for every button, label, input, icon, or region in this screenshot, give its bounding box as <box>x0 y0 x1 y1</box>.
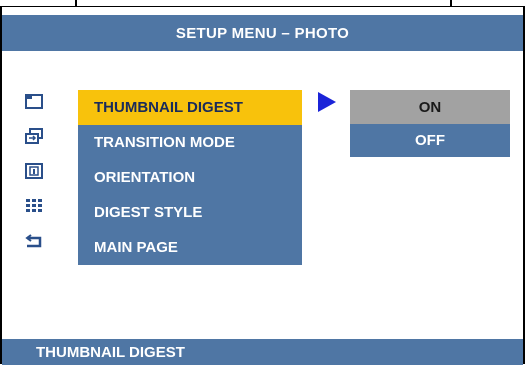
menu-item-label: ORIENTATION <box>94 169 196 186</box>
menu-item-main-page[interactable]: MAIN PAGE <box>78 230 302 265</box>
menu-item-label: THUMBNAIL DIGEST <box>94 99 243 116</box>
orientation-icon <box>25 163 43 179</box>
menu-item-thumbnail-digest[interactable]: THUMBNAIL DIGEST <box>78 90 302 125</box>
menu-item-label: MAIN PAGE <box>94 239 178 256</box>
menu-item-transition-mode[interactable]: TRANSITION MODE <box>78 125 302 160</box>
thumbnail-digest-icon <box>25 93 43 109</box>
option-label: OFF <box>415 132 445 149</box>
selection-pointer-icon <box>318 92 336 112</box>
menu-item-digest-style[interactable]: DIGEST STYLE <box>78 195 302 230</box>
main-page-return-icon <box>25 233 43 249</box>
thumbnail-digest-options: ON OFF <box>350 90 510 157</box>
setup-menu-list: THUMBNAIL DIGEST TRANSITION MODE ORIENTA… <box>78 90 302 265</box>
menu-item-label: DIGEST STYLE <box>94 204 203 221</box>
option-off[interactable]: OFF <box>350 124 510 157</box>
option-on[interactable]: ON <box>350 90 510 124</box>
menu-item-orientation[interactable]: ORIENTATION <box>78 160 302 195</box>
option-label: ON <box>418 98 442 116</box>
digest-style-icon <box>25 198 43 214</box>
menu-item-label: TRANSITION MODE <box>94 134 235 151</box>
transition-mode-icon <box>25 128 43 144</box>
menu-title: SETUP MENU – PHOTO <box>2 15 523 51</box>
status-bar: THUMBNAIL DIGEST <box>2 337 523 365</box>
osd-window: SETUP MENU – PHOTO THUMBNAIL DIGEST TRAN… <box>0 6 525 365</box>
